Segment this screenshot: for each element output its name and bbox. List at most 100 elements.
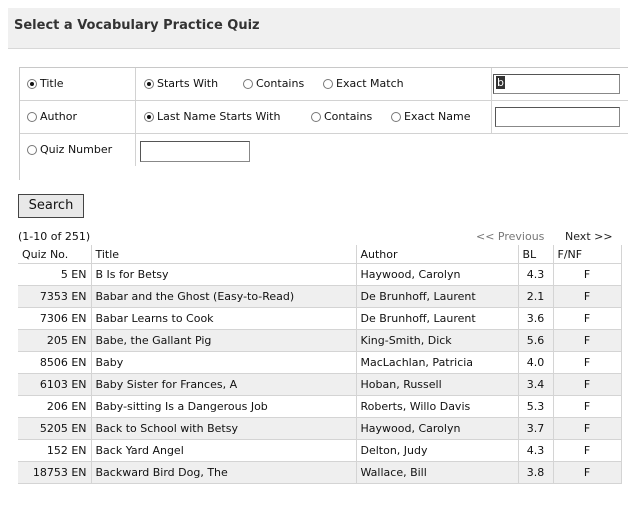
radio-unchecked-icon [311, 112, 321, 122]
table-row[interactable]: 206 EN Baby-sitting Is a Dangerous Job Rob… [18, 395, 622, 418]
cell-author: De Brunhoff, Laurent [356, 285, 519, 308]
next-page-link[interactable]: Next >> [565, 230, 613, 243]
results-range: (1-10 of 251) [18, 230, 91, 243]
option-starts-with[interactable]: Starts With [144, 77, 218, 90]
cell-bl: 5.3 [518, 395, 554, 418]
column-header-fnf[interactable]: F/NF [553, 245, 622, 264]
match-options-cell: Starts With Contains Exact Match [136, 68, 492, 100]
table-row[interactable]: 5205 EN Back to School with Betsy Haywood,… [18, 417, 622, 440]
option-label: Contains [256, 77, 305, 90]
table-row[interactable]: 7306 EN Babar Learns to Cook De Brunhoff, … [18, 307, 622, 330]
cell-title[interactable]: Babe, the Gallant Pig [91, 329, 357, 352]
cell-title[interactable]: Baby Sister for Frances, A [91, 373, 357, 396]
option-label: Exact Match [336, 77, 404, 90]
cell-fnf: F [553, 263, 622, 286]
cell-author: Haywood, Carolyn [356, 263, 519, 286]
cell-bl: 2.1 [518, 285, 554, 308]
radio-title-label: Title [40, 77, 64, 90]
option-contains[interactable]: Contains [243, 77, 304, 90]
cell-bl: 4.3 [518, 263, 554, 286]
results-table: Quiz No. Title Author BL F/NF 5 EN B Is f… [18, 245, 622, 484]
option-label: Contains [324, 110, 373, 123]
radio-quiz-number[interactable]: Quiz Number [27, 143, 112, 156]
cell-title[interactable]: Backward Bird Dog, The [91, 461, 357, 484]
cell-author: Wallace, Bill [356, 461, 519, 484]
radio-unchecked-icon [27, 145, 37, 155]
radio-author[interactable]: Author [27, 110, 77, 123]
title-search-value: b [496, 76, 505, 89]
cell-title[interactable]: Baby-sitting Is a Dangerous Job [91, 395, 357, 418]
table-row[interactable]: 18753 EN Backward Bird Dog, The Wallace, B… [18, 461, 622, 484]
cell-bl: 3.4 [518, 373, 554, 396]
cell-bl: 3.7 [518, 417, 554, 440]
table-row[interactable]: 8506 EN Baby MacLachlan, Patricia 4.0 F [18, 351, 622, 374]
radio-checked-icon [27, 79, 37, 89]
cell-quiz-no: 8506 EN [18, 351, 92, 374]
radio-title[interactable]: Title [27, 77, 64, 90]
table-row[interactable]: 205 EN Babe, the Gallant Pig King-Smith, D… [18, 329, 622, 352]
cell-quiz-no: 6103 EN [18, 373, 92, 396]
author-search-input[interactable] [495, 107, 620, 127]
cell-bl: 3.8 [518, 461, 554, 484]
radio-unchecked-icon [27, 112, 37, 122]
cell-fnf: F [553, 351, 622, 374]
cell-fnf: F [553, 439, 622, 462]
search-row-quiz-number: Quiz Number [20, 134, 628, 166]
page-title: Select a Vocabulary Practice Quiz [14, 18, 260, 33]
cell-quiz-no: 205 EN [18, 329, 92, 352]
cell-quiz-no: 5205 EN [18, 417, 92, 440]
column-header-author[interactable]: Author [356, 245, 519, 264]
option-exact-match[interactable]: Exact Match [323, 77, 404, 90]
table-row[interactable]: 6103 EN Baby Sister for Frances, A Hoban, … [18, 373, 622, 396]
cell-author: King-Smith, Dick [356, 329, 519, 352]
option-label: Exact Name [404, 110, 471, 123]
search-type-cell: Quiz Number [20, 134, 136, 166]
cell-title[interactable]: Back Yard Angel [91, 439, 357, 462]
option-label: Starts With [157, 77, 219, 90]
radio-author-label: Author [40, 110, 78, 123]
radio-unchecked-icon [391, 112, 401, 122]
cell-author: De Brunhoff, Laurent [356, 307, 519, 330]
cell-quiz-no: 18753 EN [18, 461, 92, 484]
cell-title[interactable]: B Is for Betsy [91, 263, 357, 286]
radio-unchecked-icon [323, 79, 333, 89]
cell-title[interactable]: Babar Learns to Cook [91, 307, 357, 330]
table-row[interactable]: 7353 EN Babar and the Ghost (Easy-to-Read… [18, 285, 622, 308]
option-author-contains[interactable]: Contains [311, 110, 372, 123]
cell-author: Hoban, Russell [356, 373, 519, 396]
cell-fnf: F [553, 395, 622, 418]
match-options-cell: Last Name Starts With Contains Exact Nam… [136, 101, 492, 133]
cell-fnf: F [553, 461, 622, 484]
column-header-bl[interactable]: BL [518, 245, 554, 264]
column-header-quiz-no[interactable]: Quiz No. [18, 245, 92, 264]
radio-unchecked-icon [243, 79, 253, 89]
search-row-title: Title Starts With Contains Exact Match b [20, 68, 628, 101]
cell-bl: 4.3 [518, 439, 554, 462]
title-search-input[interactable]: b [493, 74, 620, 94]
table-row[interactable]: 152 EN Back Yard Angel Delton, Judy 4.3 F [18, 439, 622, 462]
search-form: Title Starts With Contains Exact Match b… [19, 67, 628, 180]
search-row-author: Author Last Name Starts With Contains Ex… [20, 101, 628, 134]
option-label: Last Name Starts With [157, 110, 281, 123]
cell-fnf: F [553, 285, 622, 308]
cell-bl: 3.6 [518, 307, 554, 330]
column-header-title[interactable]: Title [91, 245, 357, 264]
search-button[interactable]: Search [18, 194, 84, 218]
radio-checked-icon [144, 79, 154, 89]
cell-title[interactable]: Back to School with Betsy [91, 417, 357, 440]
option-exact-name[interactable]: Exact Name [391, 110, 471, 123]
cell-quiz-no: 7353 EN [18, 285, 92, 308]
radio-checked-icon [144, 112, 154, 122]
cell-fnf: F [553, 329, 622, 352]
page-header: Select a Vocabulary Practice Quiz [8, 8, 620, 49]
search-type-cell: Title [20, 68, 136, 100]
cell-title[interactable]: Babar and the Ghost (Easy-to-Read) [91, 285, 357, 308]
cell-author: Delton, Judy [356, 439, 519, 462]
previous-page-link[interactable]: << Previous [476, 230, 544, 243]
table-row[interactable]: 5 EN B Is for Betsy Haywood, Carolyn 4.3 F [18, 263, 622, 286]
quiz-number-input[interactable] [140, 141, 250, 162]
radio-quiz-number-label: Quiz Number [40, 143, 113, 156]
cell-fnf: F [553, 373, 622, 396]
cell-title[interactable]: Baby [91, 351, 357, 374]
option-last-name-starts-with[interactable]: Last Name Starts With [144, 110, 280, 123]
